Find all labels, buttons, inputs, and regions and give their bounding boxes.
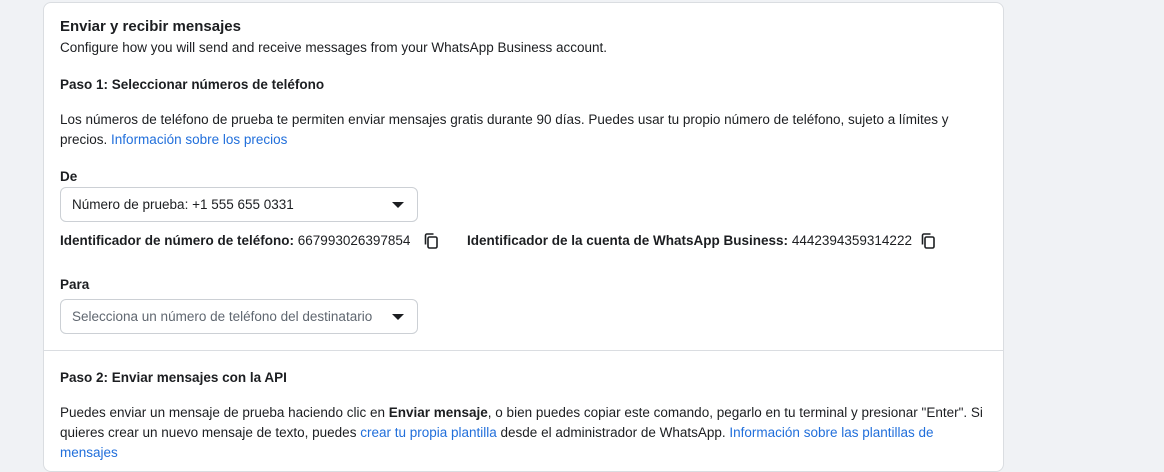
- from-label: De: [60, 169, 78, 184]
- phone-id-value: 667993026397854: [297, 233, 411, 248]
- section-divider: [44, 350, 1003, 351]
- to-phone-select[interactable]: Selecciona un número de teléfono del des…: [60, 299, 418, 334]
- section-title: Enviar y recibir mensajes: [60, 18, 241, 35]
- setup-section: Enviar y recibir mensajes Configure how …: [44, 3, 1003, 351]
- step1-title: Paso 1: Seleccionar números de teléfono: [60, 77, 325, 92]
- create-template-link[interactable]: crear tu propia plantilla: [360, 425, 497, 440]
- pricing-info-link[interactable]: Información sobre los precios: [111, 132, 287, 147]
- step2-text-c: desde el administrador de WhatsApp.: [496, 425, 730, 440]
- step2-title: Paso 2: Enviar mensajes con la API: [60, 370, 287, 385]
- copy-icon[interactable]: [919, 232, 937, 250]
- send-receive-card: Enviar y recibir mensajes Configure how …: [43, 2, 1004, 472]
- copy-icon[interactable]: [422, 232, 440, 250]
- to-label: Para: [60, 277, 90, 292]
- waba-id-row: Identificador de la cuenta de WhatsApp B…: [467, 233, 912, 248]
- from-phone-value: Número de prueba: +1 555 655 0331: [72, 197, 294, 212]
- to-phone-placeholder: Selecciona un número de teléfono del des…: [72, 309, 373, 324]
- waba-id-label: Identificador de la cuenta de WhatsApp B…: [467, 233, 789, 248]
- send-message-emphasis: Enviar mensaje: [388, 405, 488, 420]
- phone-id-row: Identificador de número de teléfono: 667…: [60, 233, 410, 248]
- step1-description: Los números de teléfono de prueba te per…: [60, 110, 990, 150]
- caret-down-icon: [392, 202, 404, 208]
- caret-down-icon: [392, 314, 404, 320]
- step2-text-a: Puedes enviar un mensaje de prueba hacie…: [60, 405, 389, 420]
- from-phone-select[interactable]: Número de prueba: +1 555 655 0331: [60, 187, 418, 222]
- waba-id-value: 4442394359314222: [791, 233, 912, 248]
- phone-id-label: Identificador de número de teléfono:: [60, 233, 295, 248]
- step2-description: Puedes enviar un mensaje de prueba hacie…: [60, 403, 990, 463]
- section-subtitle: Configure how you will send and receive …: [60, 40, 608, 55]
